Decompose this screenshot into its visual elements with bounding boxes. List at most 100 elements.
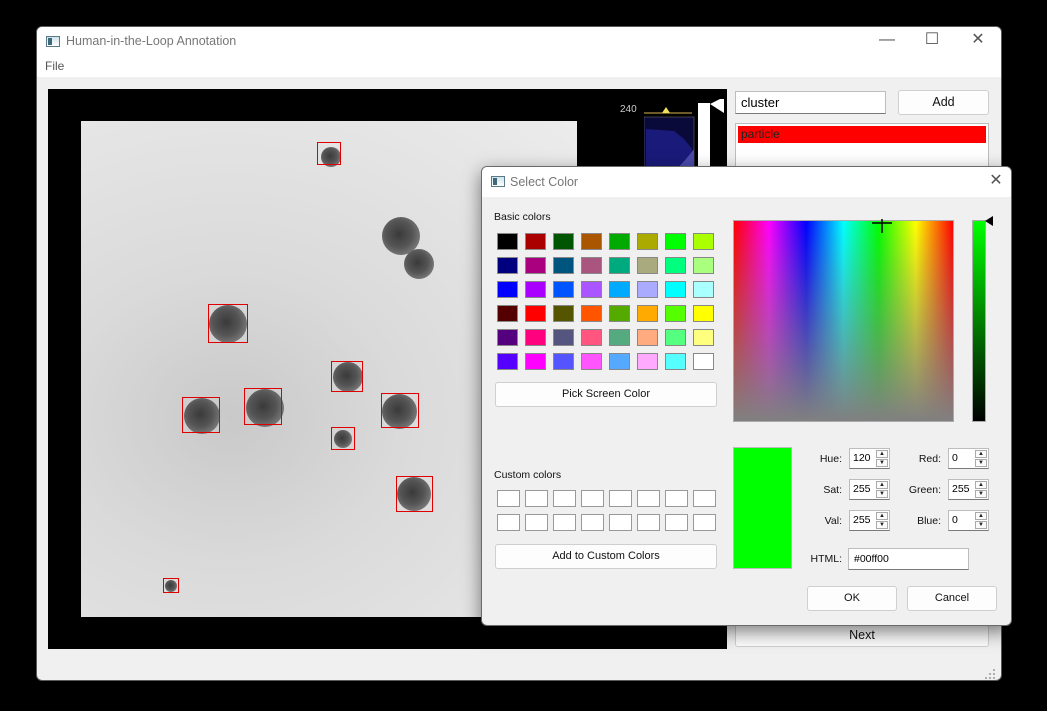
minimize-icon[interactable]: — [872,29,902,51]
custom-color-swatch[interactable] [665,490,688,507]
blue-spinbox[interactable]: 0 ▲ ▼ [948,510,989,531]
basic-color-swatch[interactable] [525,281,546,298]
basic-color-swatch[interactable] [665,305,686,322]
basic-color-swatch[interactable] [497,257,518,274]
basic-color-swatch[interactable] [693,329,714,346]
spin-up-icon[interactable]: ▲ [975,481,987,489]
val-value[interactable]: 255 [853,514,871,526]
spin-up-icon[interactable]: ▲ [975,450,987,458]
basic-color-swatch[interactable] [553,305,574,322]
red-value[interactable]: 0 [952,452,958,464]
annotation-box[interactable] [163,578,179,593]
basic-color-swatch[interactable] [693,353,714,370]
add-label-button[interactable]: Add [898,90,989,115]
basic-color-swatch[interactable] [665,257,686,274]
basic-color-swatch[interactable] [637,281,658,298]
annotation-box[interactable] [381,393,419,428]
close-icon[interactable]: ✕ [963,29,993,51]
basic-color-swatch[interactable] [665,233,686,250]
basic-color-swatch[interactable] [637,353,658,370]
pick-screen-color-button[interactable]: Pick Screen Color [495,382,717,407]
basic-color-swatch[interactable] [497,329,518,346]
custom-color-swatch[interactable] [637,514,660,531]
spin-down-icon[interactable]: ▼ [975,490,987,498]
basic-color-swatch[interactable] [609,257,630,274]
list-item-particle[interactable]: particle [738,126,986,143]
custom-color-swatch[interactable] [525,490,548,507]
basic-color-swatch[interactable] [497,233,518,250]
custom-color-swatch[interactable] [497,514,520,531]
sat-value[interactable]: 255 [853,483,871,495]
spin-down-icon[interactable]: ▼ [876,490,888,498]
label-input[interactable] [735,91,886,114]
blue-value[interactable]: 0 [952,514,958,526]
basic-color-swatch[interactable] [693,257,714,274]
basic-color-swatch[interactable] [581,353,602,370]
custom-color-swatch[interactable] [609,490,632,507]
spin-up-icon[interactable]: ▲ [876,512,888,520]
spin-down-icon[interactable]: ▼ [975,521,987,529]
basic-color-swatch[interactable] [693,305,714,322]
basic-color-swatch[interactable] [609,233,630,250]
sat-spinbox[interactable]: 255 ▲ ▼ [849,479,890,500]
close-icon[interactable]: ✕ [981,170,1011,192]
spin-up-icon[interactable]: ▲ [975,512,987,520]
custom-color-swatch[interactable] [553,490,576,507]
basic-color-swatch[interactable] [553,233,574,250]
annotation-box[interactable] [208,304,248,343]
color-spectrum[interactable] [733,219,954,422]
annotation-box[interactable] [182,397,220,433]
basic-color-swatch[interactable] [525,257,546,274]
custom-color-swatch[interactable] [497,490,520,507]
annotation-box[interactable] [331,427,355,450]
hue-spinbox[interactable]: 120 ▲ ▼ [849,448,890,469]
basic-color-swatch[interactable] [581,257,602,274]
add-to-custom-colors-button[interactable]: Add to Custom Colors [495,544,717,569]
custom-color-swatch[interactable] [609,514,632,531]
basic-color-swatch[interactable] [581,305,602,322]
custom-color-swatch[interactable] [693,490,716,507]
basic-color-swatch[interactable] [525,353,546,370]
ok-button[interactable]: OK [807,586,897,611]
basic-color-swatch[interactable] [553,353,574,370]
spin-down-icon[interactable]: ▼ [876,459,888,467]
annotation-box[interactable] [317,142,341,165]
basic-color-swatch[interactable] [553,329,574,346]
custom-color-swatch[interactable] [553,514,576,531]
maximize-icon[interactable]: ☐ [917,29,947,51]
basic-color-swatch[interactable] [637,305,658,322]
basic-color-swatch[interactable] [525,305,546,322]
custom-color-swatch[interactable] [581,514,604,531]
basic-color-swatch[interactable] [637,233,658,250]
luminance-slider[interactable] [972,220,986,422]
basic-color-swatch[interactable] [497,353,518,370]
basic-color-swatch[interactable] [581,233,602,250]
spin-up-icon[interactable]: ▲ [876,450,888,458]
spin-down-icon[interactable]: ▼ [975,459,987,467]
basic-color-swatch[interactable] [525,233,546,250]
resize-grip-icon[interactable] [983,667,997,679]
basic-color-swatch[interactable] [693,233,714,250]
basic-color-swatch[interactable] [581,329,602,346]
val-spinbox[interactable]: 255 ▲ ▼ [849,510,890,531]
custom-color-swatch[interactable] [693,514,716,531]
basic-color-swatch[interactable] [497,281,518,298]
custom-color-swatch[interactable] [637,490,660,507]
annotation-box[interactable] [331,361,363,392]
basic-color-swatch[interactable] [637,257,658,274]
basic-color-swatch[interactable] [665,281,686,298]
basic-color-swatch[interactable] [581,281,602,298]
basic-color-swatch[interactable] [665,329,686,346]
basic-color-swatch[interactable] [553,281,574,298]
basic-color-swatch[interactable] [553,257,574,274]
basic-color-swatch[interactable] [665,353,686,370]
html-color-input[interactable] [848,548,969,570]
green-value[interactable]: 255 [952,483,970,495]
annotation-box[interactable] [396,476,433,512]
annotation-box[interactable] [244,388,282,425]
spin-up-icon[interactable]: ▲ [876,481,888,489]
basic-color-swatch[interactable] [637,329,658,346]
basic-color-swatch[interactable] [525,329,546,346]
spin-down-icon[interactable]: ▼ [876,521,888,529]
next-button[interactable]: Next [735,623,989,647]
